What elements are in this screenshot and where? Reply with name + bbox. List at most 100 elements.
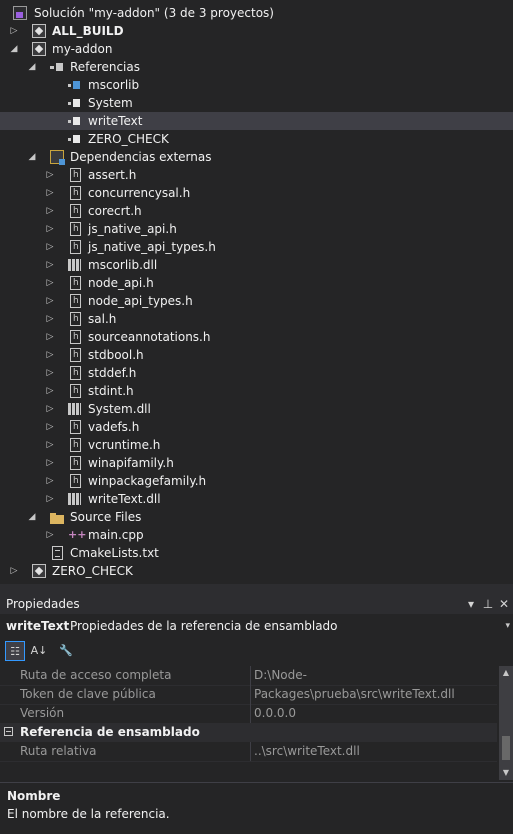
- properties-header: Propiedades ▾ ⊥ ✕: [0, 594, 513, 614]
- expander-collapsed-icon[interactable]: ▷: [44, 418, 56, 436]
- vertical-scrollbar[interactable]: ▲ ▼: [499, 666, 513, 780]
- property-row[interactable]: Ruta de acceso completa D:\Node-Packages…: [0, 666, 497, 701]
- expander-collapsed-icon[interactable]: ▷: [44, 310, 56, 328]
- column-divider[interactable]: [250, 666, 251, 685]
- text-file-icon: [52, 546, 63, 560]
- tree-row-system[interactable]: System: [0, 94, 513, 112]
- chevron-down-icon[interactable]: ▾: [505, 616, 510, 636]
- tree-row-stdint-h[interactable]: ▷ stdint.h: [0, 382, 513, 400]
- tree-row-winpackagefamily-h[interactable]: ▷ winpackagefamily.h: [0, 472, 513, 490]
- tree-row-assert-h[interactable]: ▷ assert.h: [0, 166, 513, 184]
- expander-collapsed-icon[interactable]: ▷: [44, 346, 56, 364]
- property-row[interactable]: Versión 0.0.0.0: [0, 704, 497, 724]
- scroll-down-icon[interactable]: ▼: [499, 766, 513, 780]
- solution-explorer-tree: Solución "my-addon" (3 de 3 proyectos) ▷…: [0, 0, 513, 584]
- tree-label: mscorlib: [88, 78, 140, 92]
- tree-row-zero-check-project[interactable]: ▷ ZERO_CHECK: [0, 562, 513, 580]
- tree-row-source-files[interactable]: ◢ Source Files: [0, 508, 513, 526]
- tree-label: Source Files: [70, 510, 142, 524]
- expander-expanded-icon[interactable]: ◢: [26, 148, 38, 166]
- dropdown-icon[interactable]: ▾: [464, 596, 478, 612]
- tree-label: sourceannotations.h: [88, 330, 211, 344]
- expander-expanded-icon[interactable]: ◢: [26, 508, 38, 526]
- expander-collapsed-icon[interactable]: ▷: [8, 22, 20, 40]
- tree-row-my-addon[interactable]: ◢ my-addon: [0, 40, 513, 58]
- tree-row-system-dll[interactable]: ▷ System.dll: [0, 400, 513, 418]
- expander-collapsed-icon[interactable]: ▷: [44, 382, 56, 400]
- column-divider[interactable]: [250, 742, 251, 761]
- tree-row-writetext-dll[interactable]: ▷ writeText.dll: [0, 490, 513, 508]
- tree-label: Referencias: [70, 60, 140, 74]
- tree-row-writetext[interactable]: writeText: [0, 112, 513, 130]
- expander-collapsed-icon[interactable]: ▷: [44, 238, 56, 256]
- tree-row-sourceannotations-h[interactable]: ▷ sourceannotations.h: [0, 328, 513, 346]
- expander-collapsed-icon[interactable]: ▷: [44, 202, 56, 220]
- tree-row-vadefs-h[interactable]: ▷ vadefs.h: [0, 418, 513, 436]
- tree-row-main-cpp[interactable]: ▷ ++ main.cpp: [0, 526, 513, 544]
- tree-row-js-native-api-h[interactable]: ▷ js_native_api.h: [0, 220, 513, 238]
- tree-row-zero-check-ref[interactable]: ZERO_CHECK: [0, 130, 513, 148]
- tree-row-vcruntime-h[interactable]: ▷ vcruntime.h: [0, 436, 513, 454]
- expander-collapsed-icon[interactable]: ▷: [44, 166, 56, 184]
- column-divider[interactable]: [250, 685, 251, 704]
- tree-row-all-build[interactable]: ▷ ALL_BUILD: [0, 22, 513, 40]
- panel-splitter[interactable]: [0, 584, 513, 594]
- alphabetical-sort-icon[interactable]: A↓: [29, 641, 49, 661]
- tree-label: sal.h: [88, 312, 117, 326]
- expander-expanded-icon[interactable]: ◢: [26, 58, 38, 76]
- tree-label: ZERO_CHECK: [52, 564, 133, 578]
- header-file-icon: [70, 184, 81, 202]
- expander-collapsed-icon[interactable]: ▷: [44, 274, 56, 292]
- object-selector[interactable]: writeText Propiedades de la referencia d…: [0, 616, 513, 636]
- collapse-icon[interactable]: [4, 727, 13, 736]
- categorized-icon[interactable]: ☷: [5, 641, 25, 661]
- expander-collapsed-icon[interactable]: ▷: [44, 454, 56, 472]
- property-row[interactable]: Ruta relativa ..\src\writeText.dll: [0, 742, 497, 762]
- column-divider[interactable]: [250, 704, 251, 723]
- tree-row-cmakelists[interactable]: CmakeLists.txt: [0, 544, 513, 562]
- property-category[interactable]: Referencia de ensamblado: [0, 723, 497, 742]
- tree-label: js_native_api.h: [88, 222, 177, 236]
- expander-collapsed-icon[interactable]: ▷: [44, 364, 56, 382]
- expander-collapsed-icon[interactable]: ▷: [8, 562, 20, 580]
- property-pages-wrench-icon[interactable]: 🔧: [56, 641, 76, 661]
- tree-row-solution[interactable]: Solución "my-addon" (3 de 3 proyectos): [0, 4, 513, 22]
- tree-row-js-native-api-types-h[interactable]: ▷ js_native_api_types.h: [0, 238, 513, 256]
- tree-row-concurrencysal-h[interactable]: ▷ concurrencysal.h: [0, 184, 513, 202]
- expander-collapsed-icon[interactable]: ▷: [44, 490, 56, 508]
- property-name: Ruta relativa: [20, 744, 97, 758]
- tree-label: winpackagefamily.h: [88, 474, 207, 488]
- tree-row-sal-h[interactable]: ▷ sal.h: [0, 310, 513, 328]
- expander-collapsed-icon[interactable]: ▷: [44, 526, 56, 544]
- tree-label: vadefs.h: [88, 420, 140, 434]
- tree-label: corecrt.h: [88, 204, 142, 218]
- tree-row-mscorlib-dll[interactable]: ▷ mscorlib.dll: [0, 256, 513, 274]
- tree-row-stdbool-h[interactable]: ▷ stdbool.h: [0, 346, 513, 364]
- solution-icon: [13, 6, 27, 20]
- expander-collapsed-icon[interactable]: ▷: [44, 292, 56, 310]
- scroll-up-icon[interactable]: ▲: [499, 666, 513, 680]
- expander-collapsed-icon[interactable]: ▷: [44, 184, 56, 202]
- tree-row-corecrt-h[interactable]: ▷ corecrt.h: [0, 202, 513, 220]
- references-icon: [50, 60, 64, 74]
- tree-row-node-api-types-h[interactable]: ▷ node_api_types.h: [0, 292, 513, 310]
- close-icon[interactable]: ✕: [497, 596, 511, 612]
- tree-row-mscorlib[interactable]: mscorlib: [0, 76, 513, 94]
- expander-collapsed-icon[interactable]: ▷: [44, 436, 56, 454]
- tree-row-node-api-h[interactable]: ▷ node_api.h: [0, 274, 513, 292]
- properties-toolbar: ☷ A↓ 🔧: [0, 638, 513, 664]
- property-row[interactable]: Token de clave pública: [0, 685, 497, 705]
- tree-row-dependencias-externas[interactable]: ◢ Dependencias externas: [0, 148, 513, 166]
- expander-collapsed-icon[interactable]: ▷: [44, 400, 56, 418]
- pin-icon[interactable]: ⊥: [481, 596, 495, 612]
- expander-collapsed-icon[interactable]: ▷: [44, 220, 56, 238]
- tree-row-winapifamily-h[interactable]: ▷ winapifamily.h: [0, 454, 513, 472]
- tree-row-referencias[interactable]: ◢ Referencias: [0, 58, 513, 76]
- expander-collapsed-icon[interactable]: ▷: [44, 256, 56, 274]
- tree-row-stddef-h[interactable]: ▷ stddef.h: [0, 364, 513, 382]
- expander-expanded-icon[interactable]: ◢: [8, 40, 20, 58]
- expander-collapsed-icon[interactable]: ▷: [44, 328, 56, 346]
- expander-collapsed-icon[interactable]: ▷: [44, 472, 56, 490]
- scroll-thumb[interactable]: [502, 736, 510, 760]
- tree-label: node_api_types.h: [88, 294, 193, 308]
